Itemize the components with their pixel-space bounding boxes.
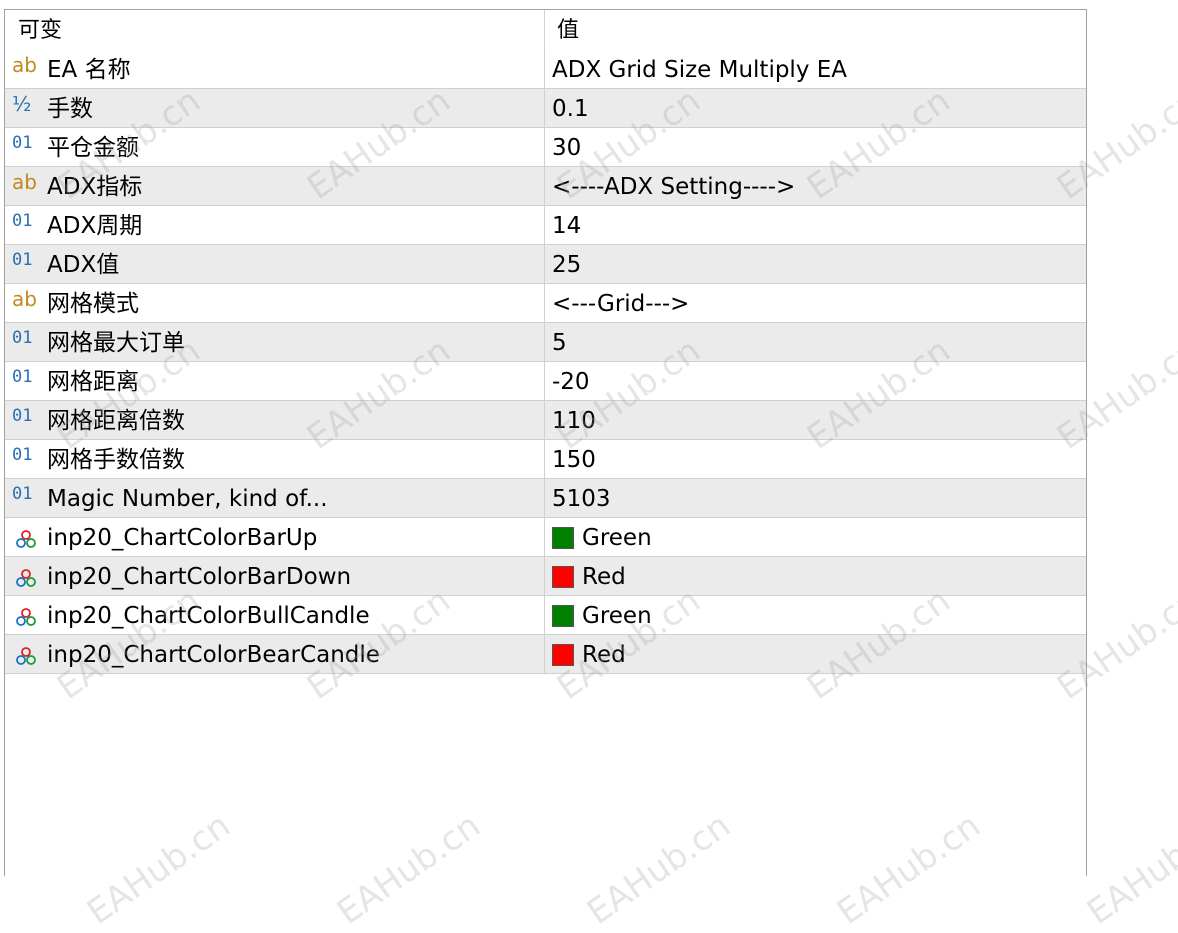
- cell-divider: [544, 401, 545, 439]
- inputs-panel: 可变 值 ab EA 名称 ADX Grid Size Multiply EA ½ 手数…: [4, 9, 1087, 876]
- table-row[interactable]: inp20_ChartColorBarDown Red: [5, 557, 1086, 596]
- parameter-value[interactable]: 150: [552, 440, 596, 478]
- color-circles-icon: [16, 569, 36, 587]
- header-divider[interactable]: [544, 10, 545, 50]
- color-swatch[interactable]: [552, 566, 574, 588]
- string-type-icon: ab: [12, 287, 37, 311]
- color-name: Red: [582, 642, 626, 668]
- color-circles-icon: [16, 608, 36, 626]
- cell-divider: [544, 557, 545, 595]
- parameter-value[interactable]: 5: [552, 323, 567, 361]
- parameter-name: ADX值: [47, 252, 120, 278]
- parameter-value[interactable]: <---Grid--->: [552, 284, 689, 322]
- color-name: Red: [582, 564, 626, 590]
- table-row[interactable]: ½ 手数 0.1: [5, 89, 1086, 128]
- color-swatch[interactable]: [552, 605, 574, 627]
- cell-divider: [544, 635, 545, 673]
- color-circles-icon: [16, 647, 36, 665]
- color-circles-icon: [16, 530, 36, 548]
- cell-divider: [544, 89, 545, 127]
- color-name: Green: [582, 525, 652, 551]
- table-row[interactable]: inp20_ChartColorBarUp Green: [5, 518, 1086, 557]
- table-row[interactable]: ab EA 名称 ADX Grid Size Multiply EA: [5, 50, 1086, 89]
- table-row[interactable]: inp20_ChartColorBullCandle Green: [5, 596, 1086, 635]
- integer-type-icon: 01: [12, 133, 33, 153]
- table-row[interactable]: ab ADX指标 <----ADX Setting---->: [5, 167, 1086, 206]
- parameter-name: ADX指标: [47, 174, 143, 200]
- string-type-icon: ab: [12, 170, 37, 194]
- cell-divider: [544, 206, 545, 244]
- color-swatch[interactable]: [552, 644, 574, 666]
- integer-type-icon: 01: [12, 250, 33, 270]
- table-row[interactable]: 01 Magic Number, kind of... 5103: [5, 479, 1086, 518]
- parameter-value[interactable]: Red: [552, 557, 626, 595]
- integer-type-icon: 01: [12, 328, 33, 348]
- cell-divider: [544, 323, 545, 361]
- cell-divider: [544, 596, 545, 634]
- integer-type-icon: 01: [12, 445, 33, 465]
- cell-divider: [544, 440, 545, 478]
- watermark-text: EAHub.cn: [1080, 805, 1178, 933]
- parameter-value[interactable]: <----ADX Setting---->: [552, 167, 795, 205]
- parameter-name: inp20_ChartColorBarDown: [47, 564, 352, 590]
- color-name: Green: [582, 603, 652, 629]
- table-row[interactable]: 01 网格距离倍数 110: [5, 401, 1086, 440]
- parameter-value[interactable]: Green: [552, 596, 652, 634]
- parameter-value[interactable]: 0.1: [552, 89, 589, 127]
- parameter-value[interactable]: ADX Grid Size Multiply EA: [552, 50, 847, 88]
- parameter-value[interactable]: 25: [552, 245, 581, 283]
- parameter-name: 网格模式: [47, 291, 139, 317]
- parameter-list: ab EA 名称 ADX Grid Size Multiply EA ½ 手数 0.1 01…: [5, 50, 1086, 674]
- table-row[interactable]: 01 网格手数倍数 150: [5, 440, 1086, 479]
- cell-divider: [544, 284, 545, 322]
- parameter-name: Magic Number, kind of...: [47, 486, 328, 512]
- cell-divider: [544, 518, 545, 556]
- color-swatch[interactable]: [552, 527, 574, 549]
- header-variable[interactable]: 可变: [18, 10, 62, 50]
- cell-divider: [544, 245, 545, 283]
- parameter-name: 网格距离倍数: [47, 408, 185, 434]
- string-type-icon: ab: [12, 53, 37, 77]
- parameter-name: inp20_ChartColorBullCandle: [47, 603, 370, 629]
- double-type-icon: ½: [12, 92, 32, 116]
- header-value[interactable]: 值: [557, 10, 579, 50]
- integer-type-icon: 01: [12, 211, 33, 231]
- parameter-name: 网格最大订单: [47, 330, 185, 356]
- table-row[interactable]: 01 ADX值 25: [5, 245, 1086, 284]
- parameter-value[interactable]: Green: [552, 518, 652, 556]
- parameter-value[interactable]: Red: [552, 635, 626, 673]
- parameter-name: EA 名称: [47, 57, 131, 83]
- table-header: 可变 值: [5, 10, 1086, 50]
- parameter-name: 手数: [47, 96, 93, 122]
- table-row[interactable]: 01 ADX周期 14: [5, 206, 1086, 245]
- parameter-name: 网格距离: [47, 369, 139, 395]
- parameter-value[interactable]: 14: [552, 206, 581, 244]
- parameter-value[interactable]: 5103: [552, 479, 611, 517]
- table-row[interactable]: 01 网格距离 -20: [5, 362, 1086, 401]
- cell-divider: [544, 50, 545, 88]
- table-row[interactable]: ab 网格模式 <---Grid--->: [5, 284, 1086, 323]
- cell-divider: [544, 128, 545, 166]
- parameter-value[interactable]: -20: [552, 362, 590, 400]
- table-row[interactable]: 01 平仓金额 30: [5, 128, 1086, 167]
- table-row[interactable]: inp20_ChartColorBearCandle Red: [5, 635, 1086, 674]
- integer-type-icon: 01: [12, 406, 33, 426]
- parameter-value[interactable]: 30: [552, 128, 581, 166]
- integer-type-icon: 01: [12, 367, 33, 387]
- parameter-value[interactable]: 110: [552, 401, 596, 439]
- parameter-name: 网格手数倍数: [47, 447, 185, 473]
- integer-type-icon: 01: [12, 484, 33, 504]
- parameter-name: ADX周期: [47, 213, 143, 239]
- cell-divider: [544, 362, 545, 400]
- cell-divider: [544, 479, 545, 517]
- table-row[interactable]: 01 网格最大订单 5: [5, 323, 1086, 362]
- parameter-name: 平仓金额: [47, 135, 139, 161]
- parameter-name: inp20_ChartColorBearCandle: [47, 642, 380, 668]
- parameter-name: inp20_ChartColorBarUp: [47, 525, 318, 551]
- cell-divider: [544, 167, 545, 205]
